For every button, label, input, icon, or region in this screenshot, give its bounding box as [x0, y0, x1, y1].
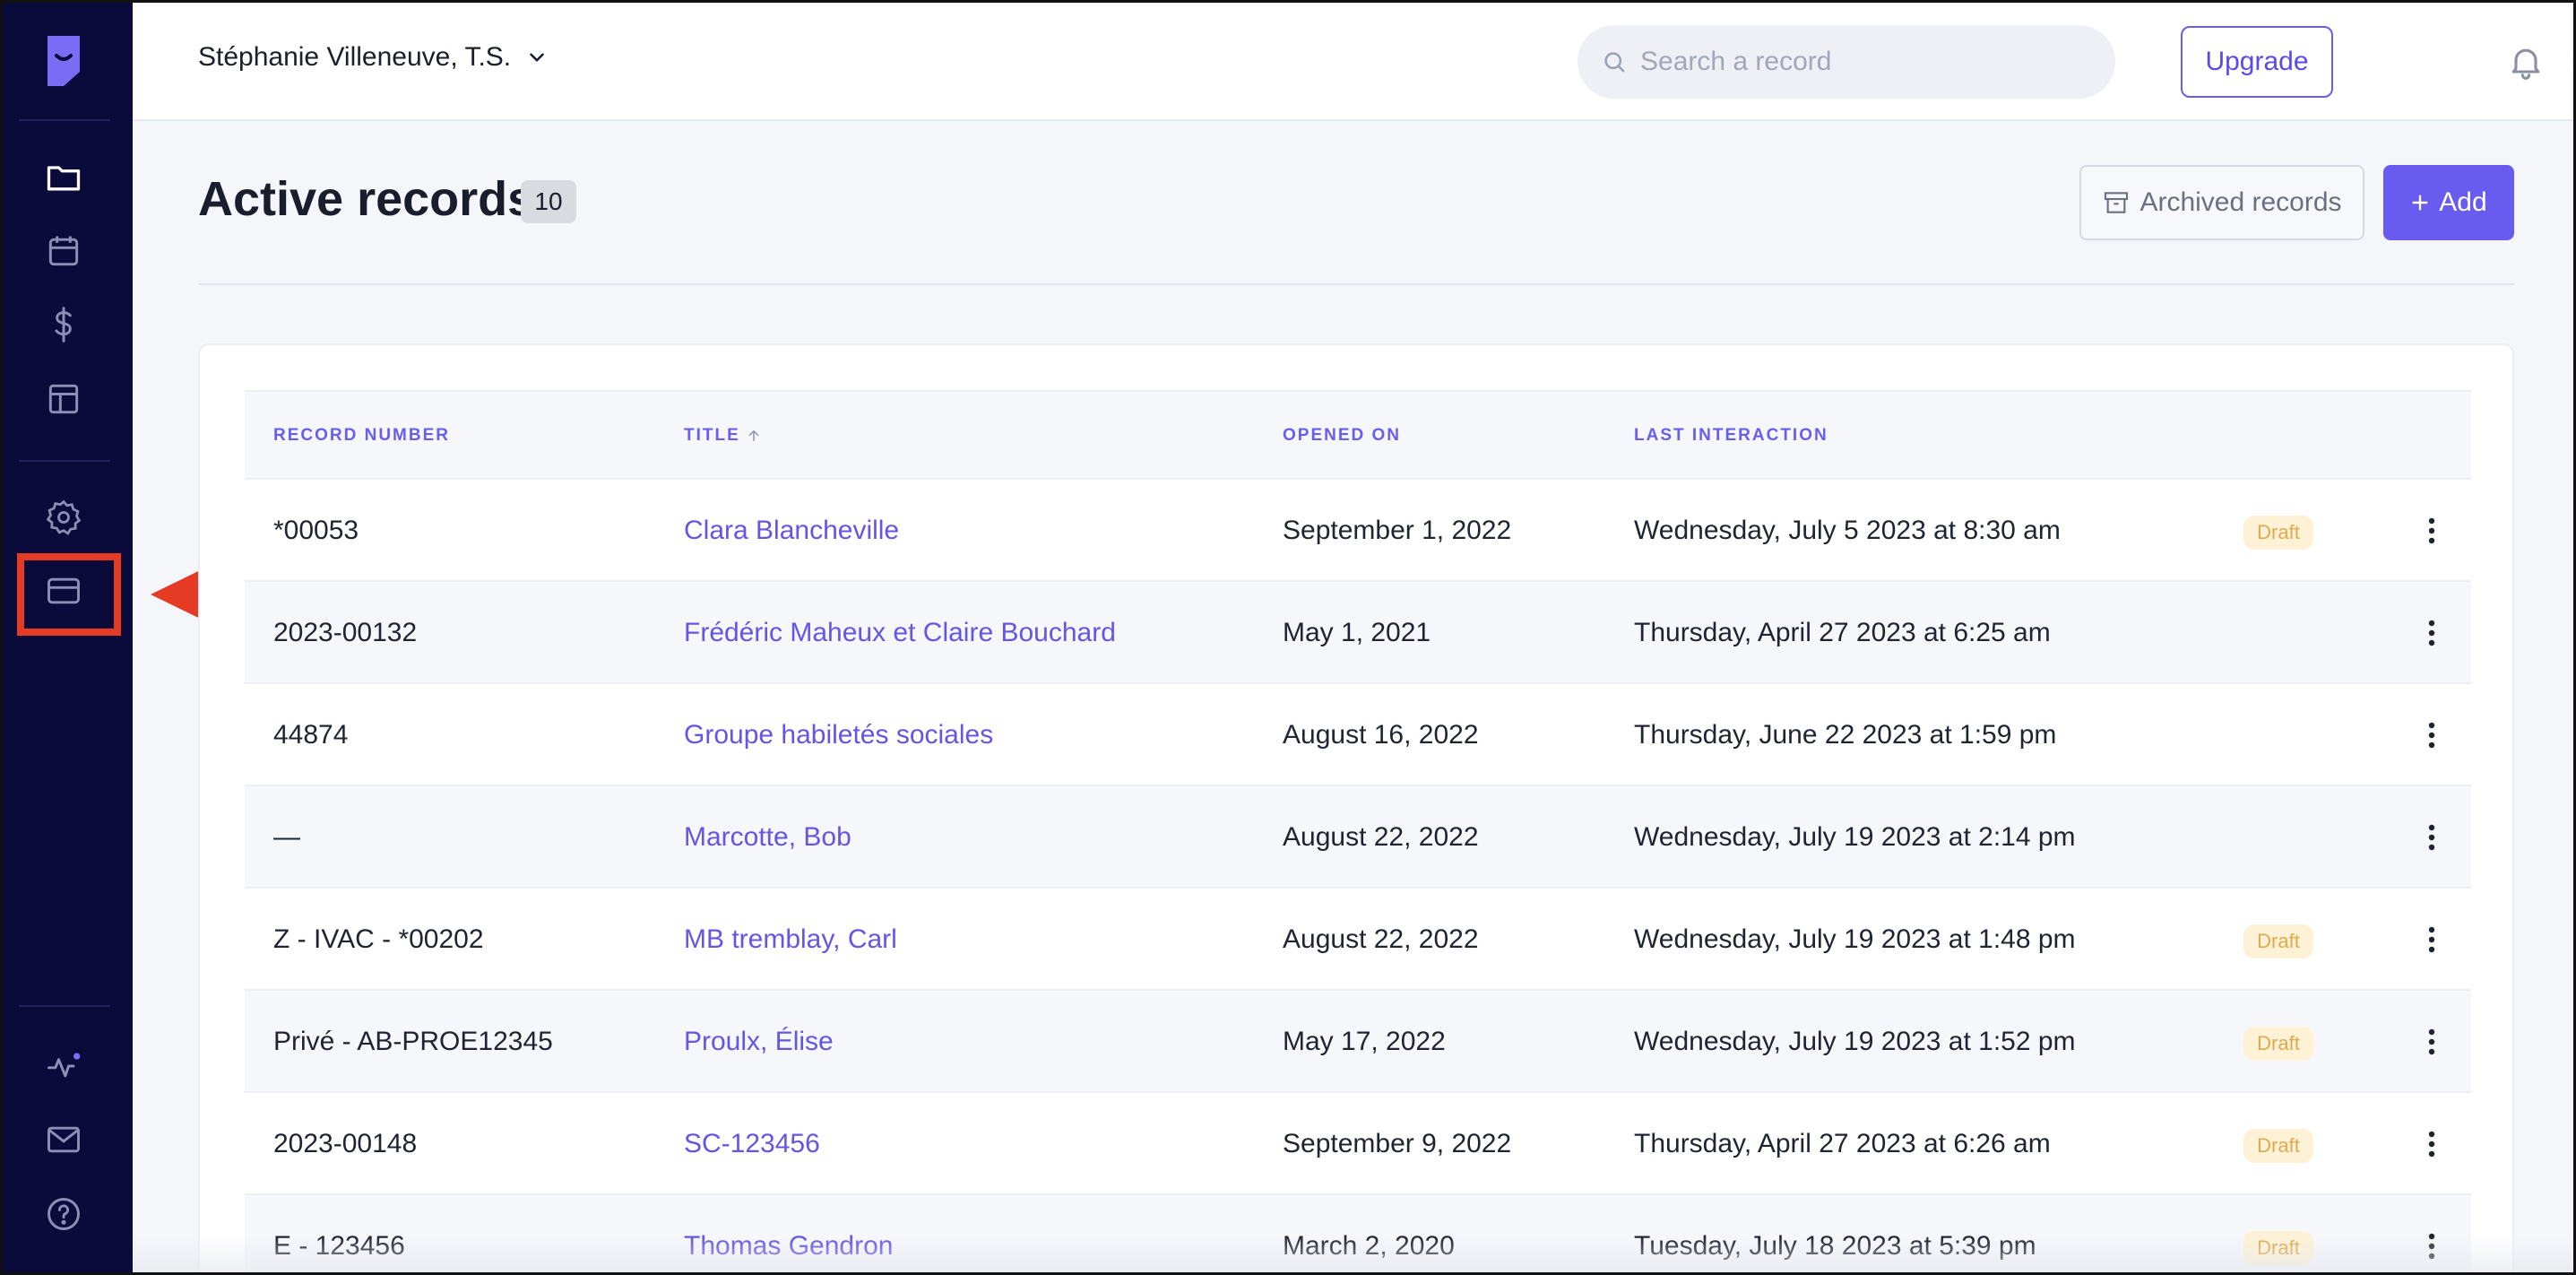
- gear-icon[interactable]: [42, 496, 85, 539]
- last-interaction-cell: Wednesday, July 19 2023 at 1:48 pm: [1634, 924, 2076, 954]
- row-menu-button[interactable]: [2416, 1128, 2448, 1160]
- records-table-card: RECORD NUMBER TITLE OPENED ON LAST INTER…: [198, 343, 2514, 1272]
- row-menu-button[interactable]: [2416, 1026, 2448, 1058]
- record-number-cell: Privé - AB-PROE12345: [273, 1027, 553, 1056]
- mail-icon[interactable]: [42, 1118, 85, 1161]
- app-window: Stéphanie Villeneuve, T.S. Upgrade SV Ac…: [0, 0, 2576, 1275]
- table-row[interactable]: — Marcotte, Bob August 22, 2022 Wednesday, …: [245, 785, 2471, 887]
- more-vertical-icon: [2428, 1028, 2435, 1055]
- last-interaction-cell: Wednesday, July 19 2023 at 2:14 pm: [1634, 822, 2076, 852]
- last-interaction-cell: Thursday, April 27 2023 at 6:26 am: [1634, 1129, 2051, 1158]
- more-vertical-icon: [2428, 926, 2435, 953]
- sidebar: [3, 3, 133, 1272]
- status-badge: Draft: [2243, 1129, 2313, 1163]
- last-interaction-cell: Wednesday, July 19 2023 at 1:52 pm: [1634, 1027, 2076, 1056]
- table-row[interactable]: 2023-00148 SC-123456 September 9, 2022 Thur…: [245, 1091, 2471, 1193]
- record-number-cell: 44874: [273, 720, 349, 750]
- record-number-cell: —: [273, 822, 300, 852]
- app-logo[interactable]: [44, 32, 83, 90]
- status-badge: Draft: [2243, 1027, 2313, 1061]
- record-title-link[interactable]: Groupe habiletés sociales: [684, 684, 993, 786]
- table-row[interactable]: 2023-00132 Frédéric Maheux et Claire Bouc…: [245, 580, 2471, 682]
- opened-on-cell: September 1, 2022: [1283, 516, 1512, 545]
- bell-icon[interactable]: [2506, 42, 2546, 82]
- add-button[interactable]: Add: [2383, 165, 2514, 240]
- page-title: Active records: [198, 172, 535, 226]
- highlight-box: [17, 553, 121, 636]
- row-menu-button[interactable]: [2416, 821, 2448, 854]
- archived-records-button[interactable]: Archived records: [2079, 165, 2364, 240]
- opened-on-cell: May 17, 2022: [1283, 1027, 1446, 1056]
- archive-icon: [2105, 192, 2129, 213]
- search-input[interactable]: [1640, 47, 2088, 77]
- record-title-link[interactable]: Marcotte, Bob: [684, 786, 851, 889]
- sidebar-divider: [19, 1005, 110, 1007]
- activity-icon[interactable]: [42, 1045, 85, 1088]
- row-menu-button[interactable]: [2416, 617, 2448, 649]
- table-row[interactable]: Privé - AB-PROE12345 Proulx, Élise May 17,…: [245, 989, 2471, 1091]
- opened-on-cell: May 1, 2021: [1283, 618, 1431, 647]
- calendar-icon[interactable]: [42, 230, 85, 273]
- account-switcher[interactable]: Stéphanie Villeneuve, T.S.: [198, 42, 549, 73]
- record-number-cell: 2023-00132: [273, 618, 418, 647]
- record-number-cell: *00053: [273, 516, 359, 545]
- sidebar-divider: [19, 460, 110, 462]
- dollar-icon[interactable]: [42, 303, 85, 346]
- sidebar-divider: [19, 119, 110, 121]
- more-vertical-icon: [2428, 722, 2435, 749]
- status-badge: Draft: [2243, 516, 2313, 550]
- opened-on-cell: September 9, 2022: [1283, 1129, 1512, 1158]
- more-vertical-icon: [2428, 824, 2435, 851]
- chevron-down-icon: [530, 53, 544, 62]
- opened-on-cell: August 22, 2022: [1283, 822, 1479, 852]
- header-divider: [198, 283, 2514, 285]
- more-vertical-icon: [2428, 1131, 2435, 1158]
- add-label: Add: [2439, 187, 2487, 217]
- top-bar: Stéphanie Villeneuve, T.S. Upgrade SV: [133, 3, 2573, 121]
- record-title-link[interactable]: SC-123456: [684, 1093, 820, 1195]
- record-number-cell: Z - IVAC - *00202: [273, 924, 484, 954]
- table-row[interactable]: *00053 Clara Blancheville September 1, 202…: [245, 478, 2471, 580]
- archived-records-label: Archived records: [2139, 187, 2342, 217]
- column-header-record-number[interactable]: RECORD NUMBER: [273, 392, 450, 480]
- last-interaction-cell: Thursday, April 27 2023 at 6:25 am: [1634, 618, 2051, 647]
- record-count-badge: 10: [521, 180, 576, 223]
- row-menu-button[interactable]: [2416, 924, 2448, 956]
- record-title-link[interactable]: MB tremblay, Carl: [684, 889, 897, 991]
- more-vertical-icon: [2428, 517, 2435, 544]
- plus-icon: [2412, 195, 2428, 211]
- column-header-last-interaction[interactable]: LAST INTERACTION: [1634, 392, 1828, 480]
- help-icon[interactable]: [42, 1193, 85, 1236]
- record-title-link[interactable]: Frédéric Maheux et Claire Bouchard: [684, 582, 1116, 684]
- table-row[interactable]: 44874 Groupe habiletés sociales August 16,…: [245, 682, 2471, 785]
- sort-ascending-icon: [748, 429, 759, 441]
- search-bar[interactable]: [1578, 25, 2115, 99]
- record-number-cell: 2023-00148: [273, 1129, 418, 1158]
- record-title-link[interactable]: Proulx, Élise: [684, 991, 834, 1093]
- avatar[interactable]: SV: [2572, 26, 2573, 98]
- status-badge: Draft: [2243, 924, 2313, 958]
- more-vertical-icon: [2428, 620, 2435, 646]
- layout-icon[interactable]: [42, 377, 85, 421]
- row-menu-button[interactable]: [2416, 515, 2448, 547]
- column-header-title-label: TITLE: [684, 426, 740, 445]
- table-row[interactable]: Z - IVAC - *00202 MB tremblay, Carl August…: [245, 887, 2471, 989]
- row-menu-button[interactable]: [2416, 719, 2448, 751]
- folder-icon[interactable]: [42, 156, 85, 199]
- opened-on-cell: August 22, 2022: [1283, 924, 1479, 954]
- last-interaction-cell: Wednesday, July 5 2023 at 8:30 am: [1634, 516, 2061, 545]
- opened-on-cell: August 16, 2022: [1283, 720, 1479, 750]
- bottom-fade: [133, 1236, 2573, 1272]
- column-header-title[interactable]: TITLE: [684, 392, 762, 480]
- table-header: RECORD NUMBER TITLE OPENED ON LAST INTER…: [245, 390, 2471, 478]
- search-icon: [1604, 52, 1625, 73]
- last-interaction-cell: Thursday, June 22 2023 at 1:59 pm: [1634, 720, 2057, 750]
- column-header-opened-on[interactable]: OPENED ON: [1283, 392, 1401, 480]
- record-title-link[interactable]: Clara Blancheville: [684, 480, 899, 582]
- account-name: Stéphanie Villeneuve, T.S.: [198, 42, 512, 72]
- upgrade-button[interactable]: Upgrade: [2181, 26, 2333, 98]
